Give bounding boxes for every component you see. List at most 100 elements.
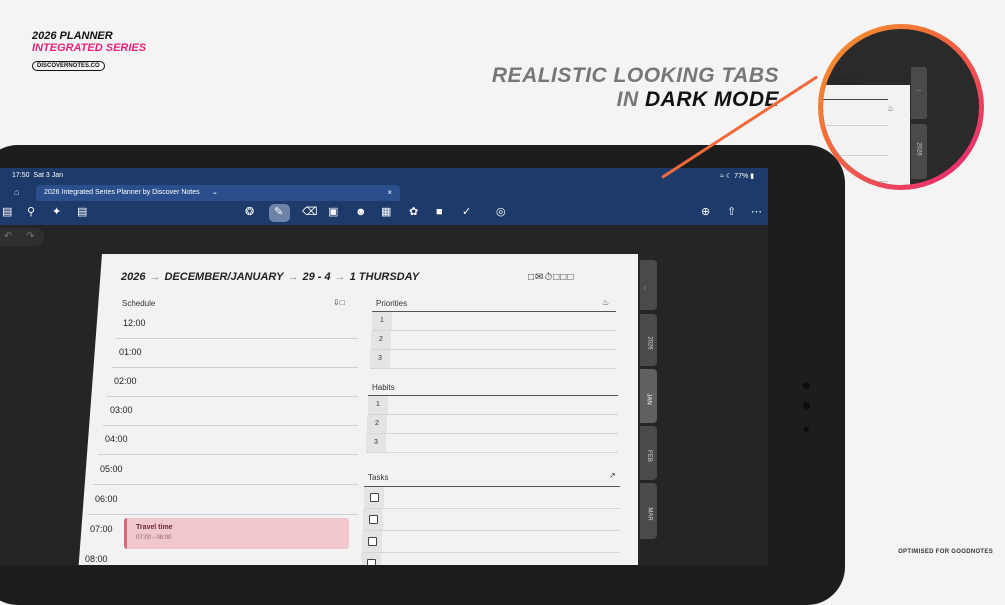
crumb-month[interactable]: DECEMBER/JANUARY: [164, 271, 283, 283]
priority-row[interactable]: 3: [370, 350, 616, 369]
schedule-row[interactable]: 01:00: [112, 339, 358, 368]
notes-icon[interactable]: □: [528, 272, 535, 283]
close-icon[interactable]: ×: [387, 188, 392, 197]
task-checkbox[interactable]: [369, 515, 378, 524]
add-page-icon[interactable]: ⊕: [701, 206, 710, 218]
print-icon[interactable]: □: [567, 272, 574, 283]
schedule-row[interactable]: 04:00: [98, 426, 358, 455]
headline-line1: REALISTIC LOOKING TABS: [491, 64, 779, 87]
task-row[interactable]: [361, 553, 620, 565]
row-number-label: 3: [378, 355, 382, 362]
tablet-button: [803, 382, 810, 389]
microphone-icon[interactable]: ◎: [496, 206, 506, 218]
eraser-icon[interactable]: ⌫: [302, 206, 318, 218]
task-checkbox[interactable]: [370, 493, 379, 502]
more-icon[interactable]: ⋯: [751, 206, 762, 218]
schedule-row[interactable]: 12:00: [116, 310, 358, 339]
sticker-icon[interactable]: ☻: [355, 206, 367, 218]
headline-emphasis: DARK MODE: [645, 88, 779, 111]
tablet-screen: 17:50 Sat 3 Jan ≈ ☾ 77% ▮ ⌂ 2026 Integra…: [0, 168, 768, 565]
redo-icon[interactable]: ↷: [26, 231, 34, 242]
search-icon[interactable]: ⚲: [27, 206, 35, 218]
tasks-title: Tasks: [368, 473, 389, 482]
time-label: 12:00: [123, 318, 146, 328]
priority-row[interactable]: 2: [371, 331, 616, 350]
side-tab-more[interactable]: ...: [640, 260, 657, 310]
time-label: 03:00: [110, 405, 133, 415]
undo-icon[interactable]: ↶: [4, 231, 12, 242]
brand-logo: 2026 PLANNER INTEGRATED SERIES DISCOVERN…: [32, 30, 146, 72]
headline-line2: IN DARK MODE: [492, 88, 779, 112]
schedule-row[interactable]: 03:00: [103, 397, 358, 426]
side-tab-year[interactable]: 2026: [640, 314, 657, 366]
task-checkbox[interactable]: [368, 537, 377, 546]
task-checkbox[interactable]: [367, 559, 376, 565]
calendar-event[interactable]: Travel time 07:00 - 08:00: [124, 518, 349, 549]
open-external-icon[interactable]: ↗: [609, 471, 616, 480]
crumb-day: 1 THURSDAY: [349, 271, 420, 283]
headline-prefix: IN: [616, 88, 645, 111]
side-tab-label: 2026: [646, 336, 653, 350]
priority-row[interactable]: 1: [372, 312, 616, 331]
task-row[interactable]: [363, 509, 620, 531]
breadcrumb: 2026 → DECEMBER/JANUARY → 29 - 4 → 1 THURSDAY: [121, 271, 419, 283]
event-title: Travel time: [136, 524, 173, 531]
tablet-button: [804, 427, 809, 432]
zoom-side-tab-label: 2026: [915, 142, 922, 156]
habit-row[interactable]: 2: [367, 415, 618, 434]
row-number-label: 1: [376, 401, 380, 408]
habit-row[interactable]: 3: [366, 434, 618, 453]
crumb-year[interactable]: 2026: [121, 271, 145, 283]
toolbar: ▤ ⚲ ✦ ▤ ❂ ✎ ⌫ ▣ ☻ ▦ ✿ ■ ✓ ◎ ⊕ ⇧ ⋯: [0, 201, 768, 225]
schedule-row[interactable]: 06:00: [88, 486, 358, 515]
row-number: 2: [371, 331, 391, 349]
elements-icon[interactable]: ✿: [409, 206, 418, 218]
laser-pointer-icon[interactable]: ✓: [462, 206, 471, 218]
time-label: 01:00: [119, 347, 142, 357]
undo-redo-panel: ↶ ↷: [0, 228, 44, 246]
event-time-range: 07:00 - 08:00: [136, 535, 172, 541]
habit-row[interactable]: 1: [368, 396, 618, 415]
footnote: OPTIMISED FOR GOODNOTES: [898, 549, 993, 555]
schedule-tools-icon[interactable]: ⇩□: [333, 298, 345, 307]
page-icons: □✉⏱□□□: [528, 272, 574, 283]
chevron-down-icon[interactable]: ⌄: [212, 188, 218, 196]
schedule-row[interactable]: 05:00: [93, 456, 358, 485]
comment-icon[interactable]: ■: [436, 206, 443, 218]
side-tab-jan[interactable]: JAN: [640, 369, 657, 423]
home-icon[interactable]: ⌂: [14, 187, 19, 197]
sidebar-icon[interactable]: ▤: [2, 206, 12, 218]
document-icon[interactable]: ▤: [77, 206, 87, 218]
zoom-line: [823, 181, 888, 182]
arrow-icon: →: [149, 271, 161, 283]
share-icon[interactable]: ⇧: [727, 206, 736, 218]
schedule-row[interactable]: 02:00: [107, 368, 358, 397]
zoom-line: [823, 155, 888, 156]
document-tab[interactable]: 2026 Integrated Series Planner by Discov…: [36, 185, 400, 201]
task-row[interactable]: [364, 487, 620, 509]
side-tab-mar[interactable]: MAR: [640, 483, 657, 539]
row-number-label: 2: [379, 336, 383, 343]
crumb-week[interactable]: 29 - 4: [302, 271, 330, 283]
pen-icon[interactable]: ✎: [274, 206, 283, 218]
ai-sparkle-icon[interactable]: ✦: [52, 206, 61, 218]
lasso-icon[interactable]: ❂: [245, 206, 254, 218]
text-box-icon[interactable]: ▣: [328, 206, 338, 218]
document-tab-title: 2026 Integrated Series Planner by Discov…: [44, 189, 200, 196]
row-number-label: 3: [374, 439, 378, 446]
zoom-side-tab-label: ...: [916, 87, 922, 93]
bell-icon[interactable]: ♨: [602, 298, 609, 307]
side-tab-feb[interactable]: FEB: [640, 426, 657, 480]
arrow-icon: →: [287, 271, 299, 283]
status-date: Sat 3 Jan: [33, 172, 63, 179]
row-number: 3: [366, 434, 386, 452]
battery-icon: ▮: [750, 173, 754, 180]
row-number: 3: [370, 350, 390, 368]
time-label: 07:00: [90, 524, 113, 534]
image-icon[interactable]: ▦: [381, 206, 391, 218]
time-label: 05:00: [100, 464, 123, 474]
zoom-side-tab: ...: [911, 67, 927, 119]
timer-icon[interactable]: ⏱: [544, 272, 553, 283]
time-label: 04:00: [105, 434, 128, 444]
task-row[interactable]: [362, 531, 620, 553]
